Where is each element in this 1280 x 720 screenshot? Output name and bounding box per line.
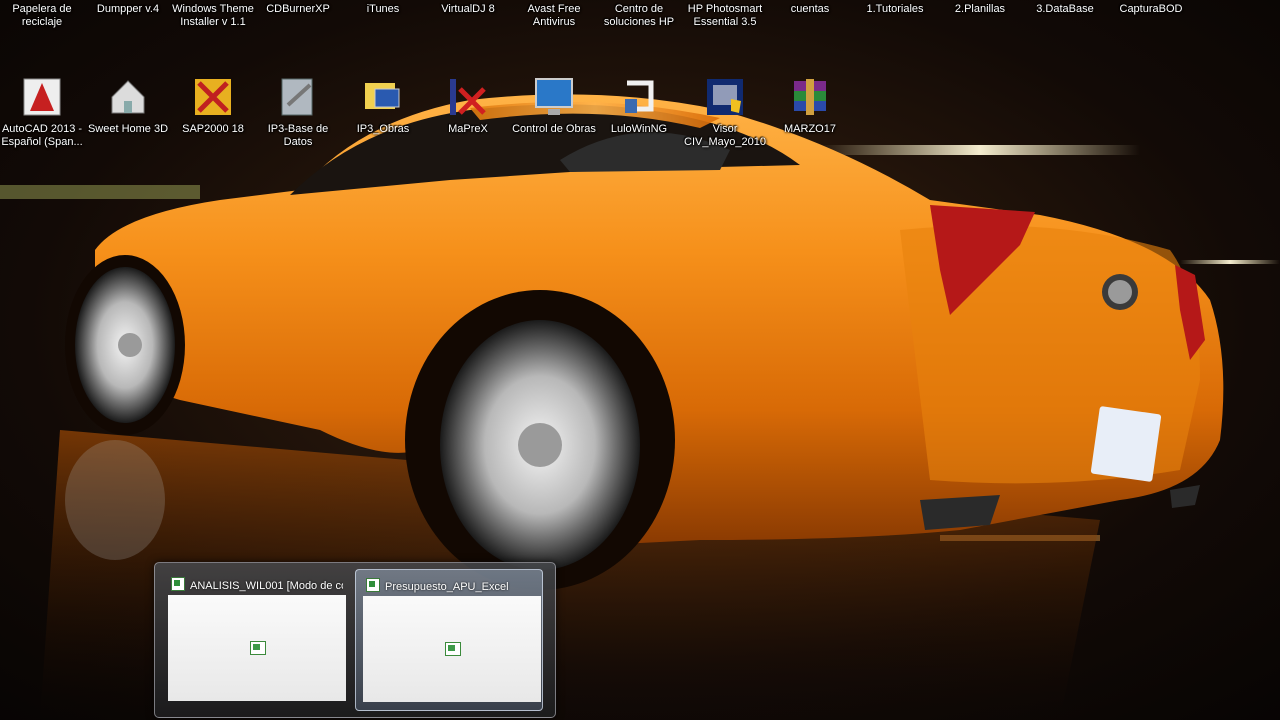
winrar-icon bbox=[788, 75, 832, 119]
desktop-icon-visor-civ[interactable]: Visor CIV_Mayo_2010 bbox=[683, 75, 767, 149]
desktop-icon-capturabod[interactable]: CapturaBOD bbox=[1109, 0, 1193, 16]
desktop-icon-sap2000[interactable]: SAP2000 18 bbox=[171, 75, 255, 136]
desktop-icon-control-obras[interactable]: Control de Obras bbox=[512, 75, 596, 136]
thumbnail-title: ANALISIS_WIL001 [Modo de co... bbox=[171, 577, 343, 593]
maprex-icon bbox=[446, 75, 490, 119]
desktop-icon-ip3-obras[interactable]: IP3_Obras bbox=[341, 75, 425, 136]
desktop-icon-hp-photosmart[interactable]: HP Photosmart Essential 3.5 bbox=[683, 0, 767, 29]
visor-icon bbox=[703, 75, 747, 119]
desktop-icons-top-row: Papelera de reciclaje Dumpper v.4 Window… bbox=[0, 0, 1280, 80]
thumbnail-presupuesto[interactable]: Presupuesto_APU_Excel bbox=[355, 569, 543, 711]
house-icon bbox=[106, 75, 150, 119]
excel-icon bbox=[171, 577, 185, 591]
thumbnail-title: Presupuesto_APU_Excel bbox=[366, 578, 538, 594]
desktop-icon-maprex[interactable]: MaPreX bbox=[426, 75, 510, 136]
desktop-icon-sweet-home[interactable]: Sweet Home 3D bbox=[86, 75, 170, 136]
monitor-icon bbox=[532, 75, 576, 119]
autocad-icon bbox=[20, 75, 64, 119]
desktop-icon-theme-installer[interactable]: Windows Theme Installer v 1.1 bbox=[171, 0, 255, 29]
desktop-icon-virtualdj[interactable]: VirtualDJ 8 bbox=[426, 0, 510, 16]
desktop-icon-dumpper[interactable]: Dumpper v.4 bbox=[86, 0, 170, 16]
excel-icon bbox=[445, 642, 461, 656]
lulo-icon bbox=[617, 75, 661, 119]
desktop-icon-planillas[interactable]: 2.Planillas bbox=[938, 0, 1022, 16]
window-preview bbox=[363, 596, 541, 702]
desktop-icon-marzo17[interactable]: MARZO17 bbox=[768, 75, 852, 136]
desktop-icon-cuentas[interactable]: cuentas bbox=[768, 0, 852, 16]
desktop-icon-recycle-bin[interactable]: Papelera de reciclaje bbox=[0, 0, 84, 29]
desktop-icon-cdburnerxp[interactable]: CDBurnerXP bbox=[256, 0, 340, 16]
desktop-icon-lulowinng[interactable]: LuloWinNG bbox=[597, 75, 681, 136]
desktop-icons-second-row: AutoCAD 2013 - Español (Span... Sweet Ho… bbox=[0, 75, 1280, 155]
window-preview bbox=[168, 595, 346, 701]
desktop-icon-hp-solutions[interactable]: Centro de soluciones HP bbox=[597, 0, 681, 29]
desktop-icon-database[interactable]: 3.DataBase bbox=[1023, 0, 1107, 16]
folder-computer-icon bbox=[361, 75, 405, 119]
desktop-icon-ip3-database[interactable]: IP3-Base de Datos bbox=[256, 75, 340, 149]
desktop-icon-autocad[interactable]: AutoCAD 2013 - Español (Span... bbox=[0, 75, 84, 149]
desktop-icon-tutoriales[interactable]: 1.Tutoriales bbox=[853, 0, 937, 16]
excel-icon bbox=[366, 578, 380, 592]
taskbar-thumbnail-preview: ANALISIS_WIL001 [Modo de co... Presupues… bbox=[154, 562, 556, 718]
excel-icon bbox=[250, 641, 266, 655]
database-icon bbox=[276, 75, 320, 119]
thumbnail-analisis[interactable]: ANALISIS_WIL001 [Modo de co... bbox=[161, 569, 347, 709]
desktop-icon-itunes[interactable]: iTunes bbox=[341, 0, 425, 16]
sap-icon bbox=[191, 75, 235, 119]
desktop-icon-avast[interactable]: Avast Free Antivirus bbox=[512, 0, 596, 29]
